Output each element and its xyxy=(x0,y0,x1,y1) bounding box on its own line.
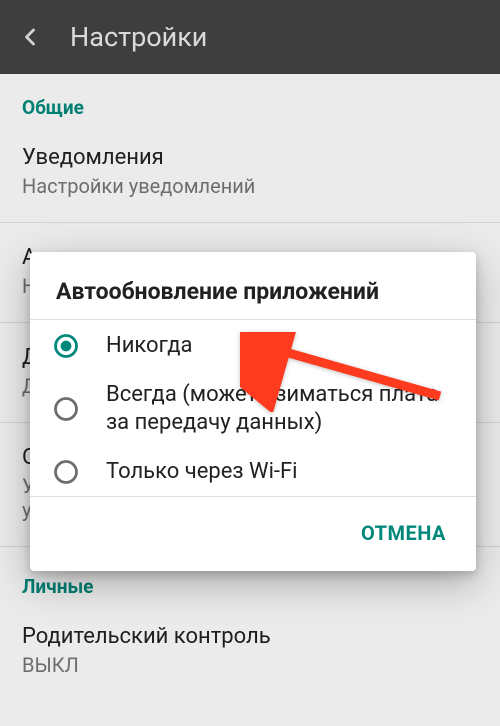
settings-item-parental[interactable]: Родительский контроль ВЫКЛ xyxy=(0,608,500,695)
cancel-button[interactable]: ОТМЕНА xyxy=(355,513,452,553)
settings-item-notifications[interactable]: Уведомления Настройки уведомлений xyxy=(0,129,500,216)
section-header-general: Общие xyxy=(0,74,500,129)
divider xyxy=(0,222,500,223)
app-toolbar: Настройки xyxy=(0,0,500,74)
option-label: Только через Wi-Fi xyxy=(106,458,298,487)
item-primary: Уведомления xyxy=(22,145,478,170)
option-never[interactable]: Никогда xyxy=(30,322,476,371)
item-primary: Родительский контроль xyxy=(22,624,478,649)
dialog-title: Автообновление приложений xyxy=(30,252,476,319)
autoupdate-dialog: Автообновление приложений Никогда Всегда… xyxy=(30,252,476,571)
dialog-divider xyxy=(30,496,476,497)
dialog-actions: ОТМЕНА xyxy=(30,499,476,565)
item-secondary: ВЫКЛ xyxy=(22,653,478,677)
toolbar-title: Настройки xyxy=(70,21,207,53)
item-secondary: Настройки уведомлений xyxy=(22,174,478,198)
back-button[interactable] xyxy=(16,23,64,51)
radio-unselected-icon xyxy=(52,395,80,423)
option-wifi-only[interactable]: Только через Wi-Fi xyxy=(30,448,476,497)
option-always[interactable]: Всегда (может взиматься плата за передач… xyxy=(30,371,476,448)
option-label: Всегда (может взиматься плата за передач… xyxy=(106,381,452,438)
option-label: Никогда xyxy=(106,332,193,361)
chevron-left-icon xyxy=(16,23,44,51)
radio-selected-icon xyxy=(52,332,80,360)
dialog-divider xyxy=(30,319,476,320)
radio-unselected-icon xyxy=(52,458,80,486)
